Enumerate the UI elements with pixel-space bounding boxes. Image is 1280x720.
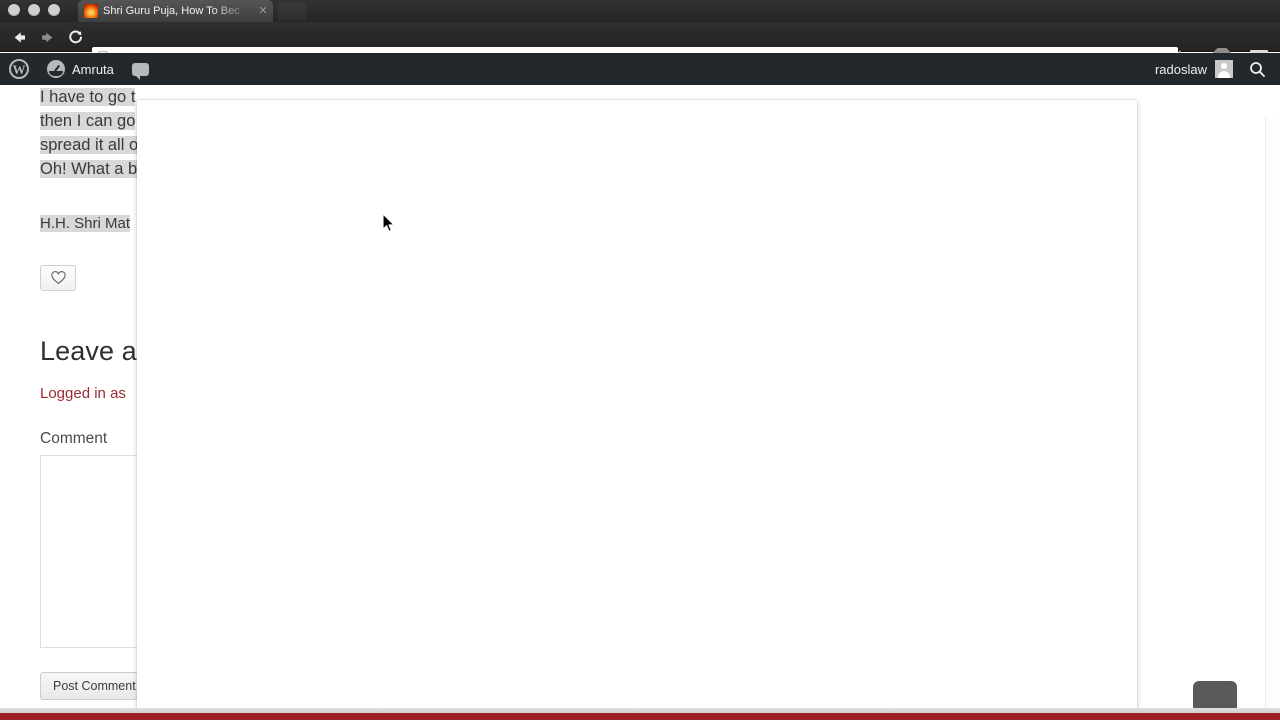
- forward-icon[interactable]: [34, 25, 60, 49]
- heart-icon: [50, 271, 66, 285]
- overlay-panel[interactable]: [137, 100, 1137, 708]
- browser-toolbar: www.amruta.org/2008/07/20/shri-guru-puja…: [0, 22, 1280, 71]
- comment-bubble-icon: [131, 62, 149, 80]
- close-icon[interactable]: ✕: [257, 5, 269, 17]
- tab-title: Shri Guru Puja, How To Bec: [103, 5, 240, 17]
- wordpress-logo-icon: W: [9, 59, 29, 79]
- dashboard-icon: [47, 60, 65, 78]
- adminbar-site-name: Amruta: [72, 61, 114, 77]
- page-scrollbar[interactable]: [1265, 117, 1280, 708]
- admin-bar-right-group: radoslaw: [1147, 53, 1280, 85]
- excerpt-line: I have to go t: [40, 88, 136, 106]
- like-button[interactable]: [40, 265, 76, 291]
- new-tab-button[interactable]: [278, 2, 306, 21]
- window-controls: [8, 4, 60, 16]
- wordpress-admin-bar: W Amruta radoslaw: [0, 53, 1280, 85]
- minimize-window-button[interactable]: [28, 4, 40, 16]
- mouse-cursor: [382, 213, 396, 239]
- adminbar-wp-logo-item[interactable]: W: [0, 53, 38, 85]
- page-viewport: W Amruta radoslaw I have to go t then I …: [0, 53, 1280, 708]
- excerpt-line: Oh! What a b: [40, 160, 138, 178]
- maximize-window-button[interactable]: [48, 4, 60, 16]
- browser-window: Shri Guru Puja, How To Bec ✕ W Amruta ra…: [0, 0, 1280, 720]
- close-window-button[interactable]: [8, 4, 20, 16]
- adminbar-search-button[interactable]: [1241, 53, 1280, 85]
- post-comment-button[interactable]: Post Comment: [40, 672, 149, 700]
- back-icon[interactable]: [6, 25, 32, 49]
- browser-tab-active[interactable]: Shri Guru Puja, How To Bec ✕: [78, 0, 273, 22]
- adminbar-site-item[interactable]: Amruta: [38, 53, 123, 85]
- favicon-icon: [84, 4, 98, 18]
- back-to-top-button[interactable]: [1193, 681, 1237, 708]
- search-icon: [1250, 61, 1265, 77]
- attribution-text: H.H. Shri Mat: [40, 215, 131, 232]
- excerpt-line: then I can go: [40, 112, 136, 130]
- reload-icon[interactable]: [62, 25, 88, 49]
- bottom-accent-bar: [0, 713, 1280, 720]
- adminbar-comments-item[interactable]: [123, 53, 158, 85]
- adminbar-account-item[interactable]: radoslaw: [1147, 53, 1241, 85]
- navigation-buttons: [6, 25, 88, 49]
- admin-bar-left-group: W Amruta: [0, 53, 158, 85]
- excerpt-line: spread it all o: [40, 136, 139, 154]
- adminbar-user-name: radoslaw: [1154, 61, 1207, 77]
- avatar: [1215, 60, 1233, 78]
- tab-strip: Shri Guru Puja, How To Bec ✕: [0, 0, 1280, 22]
